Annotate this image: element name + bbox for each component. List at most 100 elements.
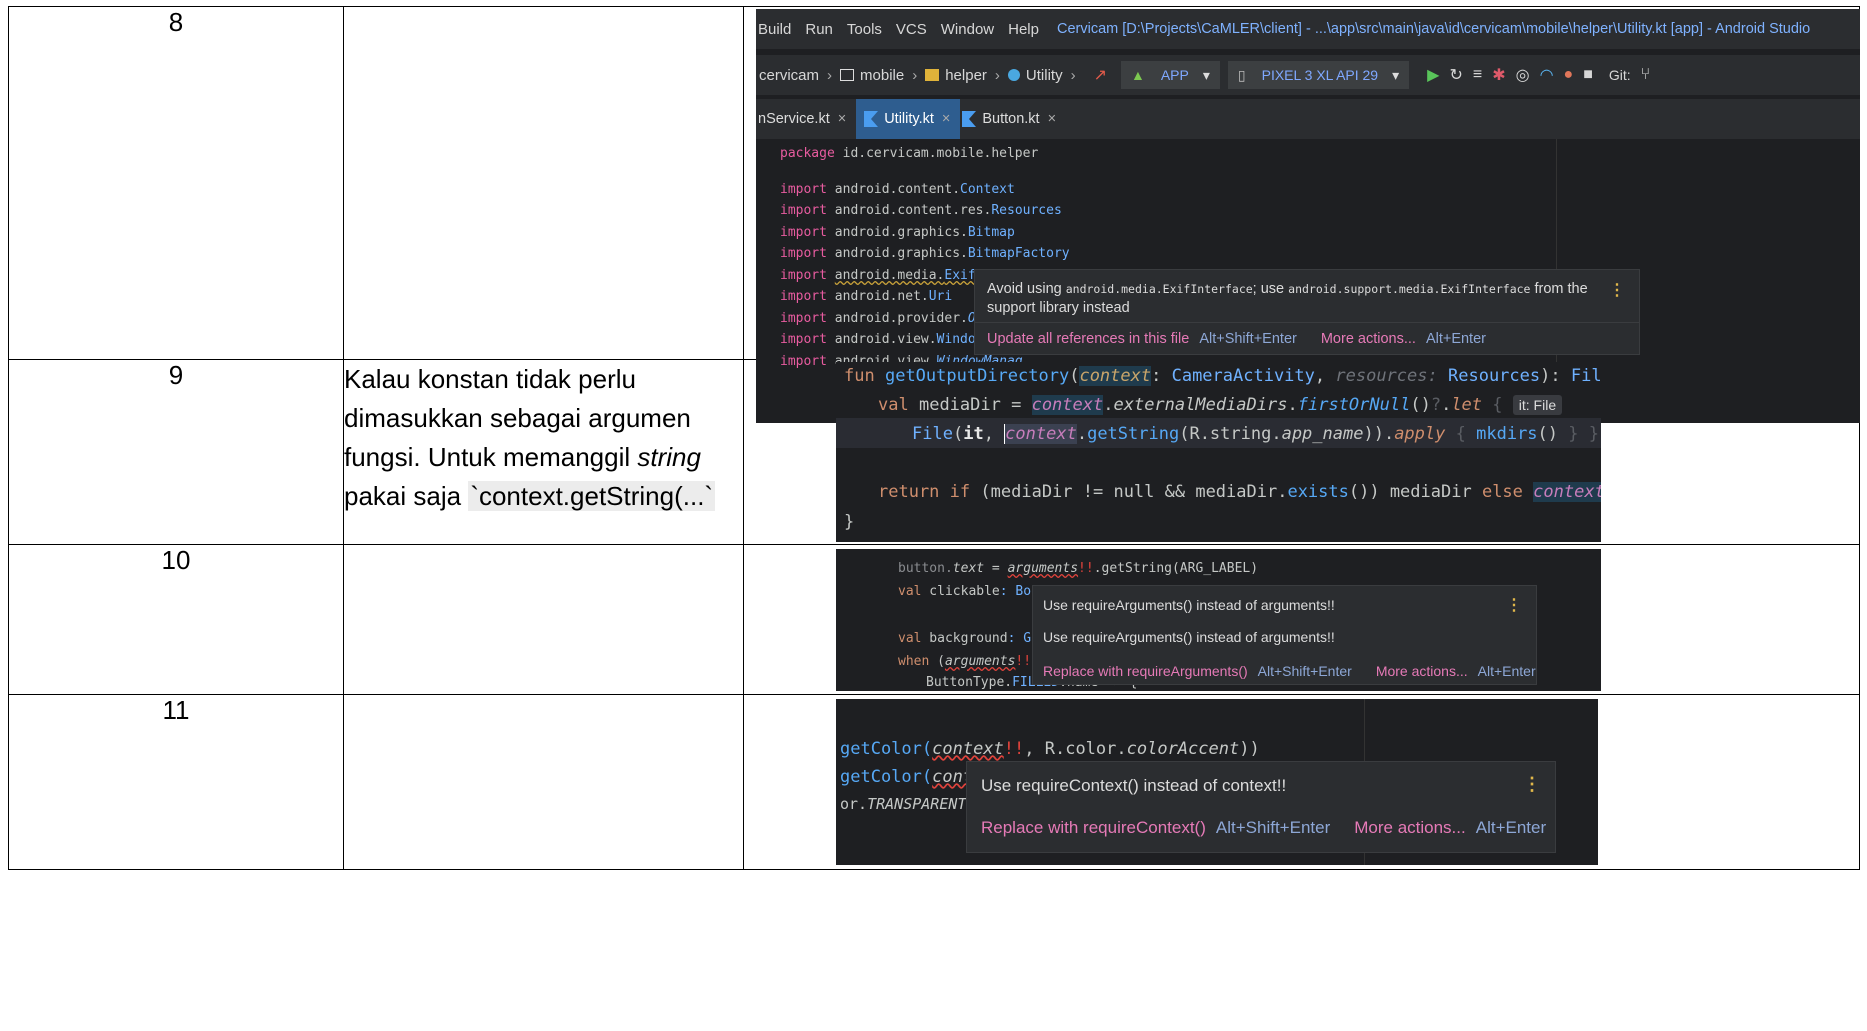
more-actions-link[interactable]: More actions... [1376,663,1468,679]
replace-link[interactable]: Replace with requireArguments() [1043,663,1248,679]
constant: TRANSPARENT [867,795,967,813]
row-screenshot-cell: fun getOutputDirectory(context: CameraAc… [743,359,1860,545]
shortcut-label: Alt+Enter [1425,330,1486,347]
run-config-label: APP [1160,67,1189,83]
code-line: val clickable: Bool [898,584,1047,599]
context-ref: context [1533,482,1601,502]
android-icon: ▲ [1130,67,1145,83]
tab-utility[interactable]: Utility.kt × [856,99,961,139]
context-ref: context [1004,424,1077,444]
more-options-icon[interactable]: ⋮ [1506,595,1522,615]
more-options-icon[interactable]: ⋮ [1609,280,1625,300]
menu-run[interactable]: Run [805,21,833,38]
menu-vcs[interactable]: VCS [896,21,927,38]
type-name: CameraActivity [1171,366,1315,386]
import-class: Bitmap [967,225,1015,240]
import-package: android.content.res. [834,203,992,218]
description-code: `context.getString(...` [468,481,716,511]
keyword: import [780,246,827,261]
code-line: val mediaDir = context.externalMediaDirs… [878,395,1563,415]
bang-operator: !! [1003,739,1025,759]
row-description [343,694,744,870]
breadcrumb-helper[interactable]: helper [945,67,987,84]
breadcrumb-mobile[interactable]: mobile [860,67,904,84]
popup-title: Use requireContext() instead of context!… [981,776,1287,795]
device-icon: ▯ [1237,66,1246,83]
close-icon[interactable]: × [942,111,950,127]
keyword: import [780,311,827,326]
keyword: val [898,631,922,646]
import-package: android.media. [834,268,945,283]
table-row: 11 getColor(context!!, R.color.colorAcce… [8,694,1860,870]
bang-operator: !! [1078,561,1094,576]
device-select[interactable]: ▯ PIXEL 3 XL API 29 ▾ [1227,61,1410,89]
keyword: val [898,584,922,599]
chevron-right-icon: › [1070,66,1076,84]
call: getColor( [840,739,933,759]
tab-button[interactable]: Button.kt × [960,99,1066,139]
chevron-right-icon: › [912,66,918,84]
msg-code: android.media.ExifInterface [1065,282,1253,296]
param-name: context [1079,366,1152,386]
stop-icon[interactable]: ■ [1583,66,1593,84]
menu-build[interactable]: Build [758,21,791,38]
import-line: import android.content.Context [780,182,1015,197]
function-name: getOutputDirectory [884,366,1070,386]
run-icon[interactable]: ▶ [1427,65,1439,85]
shortcut-label: Alt+Shift+Enter [1199,330,1297,347]
chevron-right-icon: › [827,66,833,84]
breadcrumb-cervicam[interactable]: cervicam [759,67,819,84]
row-number: 8 [8,6,344,360]
code-text: )) [1239,739,1260,759]
update-references-link[interactable]: Update all references in this file [987,331,1189,347]
menu-help[interactable]: Help [1008,21,1039,38]
close-icon[interactable]: × [1048,111,1056,127]
lint-message: Avoid using android.media.ExifInterface;… [987,280,1607,318]
apply-changes-icon[interactable]: ↻ [1449,65,1462,85]
call: getColor( [840,767,933,787]
coverage-icon[interactable]: ≡ [1473,66,1482,84]
keyword: let [1451,395,1483,415]
code-text: button. [898,561,953,576]
variable: mediaDir [918,395,1001,415]
more-actions-link[interactable]: More actions... [1321,331,1416,347]
import-class: Context [960,182,1015,197]
menu-tools[interactable]: Tools [847,21,882,38]
close-icon[interactable]: × [838,111,846,127]
popup-actions: Replace with requireContext() Alt+Shift+E… [981,818,1570,838]
keyword: return [878,482,940,502]
tab-service[interactable]: nService.kt × [756,99,856,139]
profiler-icon[interactable]: ◠ [1540,65,1554,85]
attach-debugger-icon[interactable]: ● [1564,66,1574,84]
hammer-icon[interactable]: ↗ [1094,65,1107,85]
popup-description: Use requireArguments() instead of argume… [1043,629,1335,645]
code-screenshot: fun getOutputDirectory(context: CameraAc… [836,362,1601,542]
code-line: File(it, context.getString(R.string.app_… [912,424,1599,444]
debug-icon[interactable]: ✱ [1492,65,1505,85]
menu-window[interactable]: Window [941,21,994,38]
import-line: import android.content.res.Resources [780,203,1062,218]
keyword: import [780,332,827,347]
chevron-right-icon: › [994,66,1000,84]
msg-text: ; use [1252,281,1289,297]
code-text: .getString(ARG_LABEL) [1093,561,1259,576]
git-branch-icon[interactable]: ⑂ [1641,66,1651,84]
breadcrumb-utility[interactable]: Utility [1026,67,1063,84]
import-line: import android.graphics.Bitmap [780,225,1015,240]
lint-popup: Use requireArguments() instead of argume… [1032,585,1537,685]
more-actions-link[interactable]: More actions... [1354,818,1466,837]
resource-name: colorAccent [1126,739,1240,759]
resource-name: app_name [1281,424,1364,444]
more-options-icon[interactable]: ⋮ [1523,774,1541,795]
profile-icon[interactable]: ◎ [1516,65,1530,85]
import-class: BitmapFactory [967,246,1070,261]
folder-icon [840,69,855,81]
code-text: ()) mediaDir [1348,482,1472,502]
replace-link[interactable]: Replace with requireContext() [981,818,1206,837]
tab-label: nService.kt [758,111,830,127]
variable: clickable [921,584,1000,599]
code-line: or.TRANSPARENT) [840,795,975,813]
code-line: } [844,512,855,532]
run-config-select[interactable]: ▲ APP ▾ [1120,61,1220,89]
import-package: android.provider. [834,311,968,326]
